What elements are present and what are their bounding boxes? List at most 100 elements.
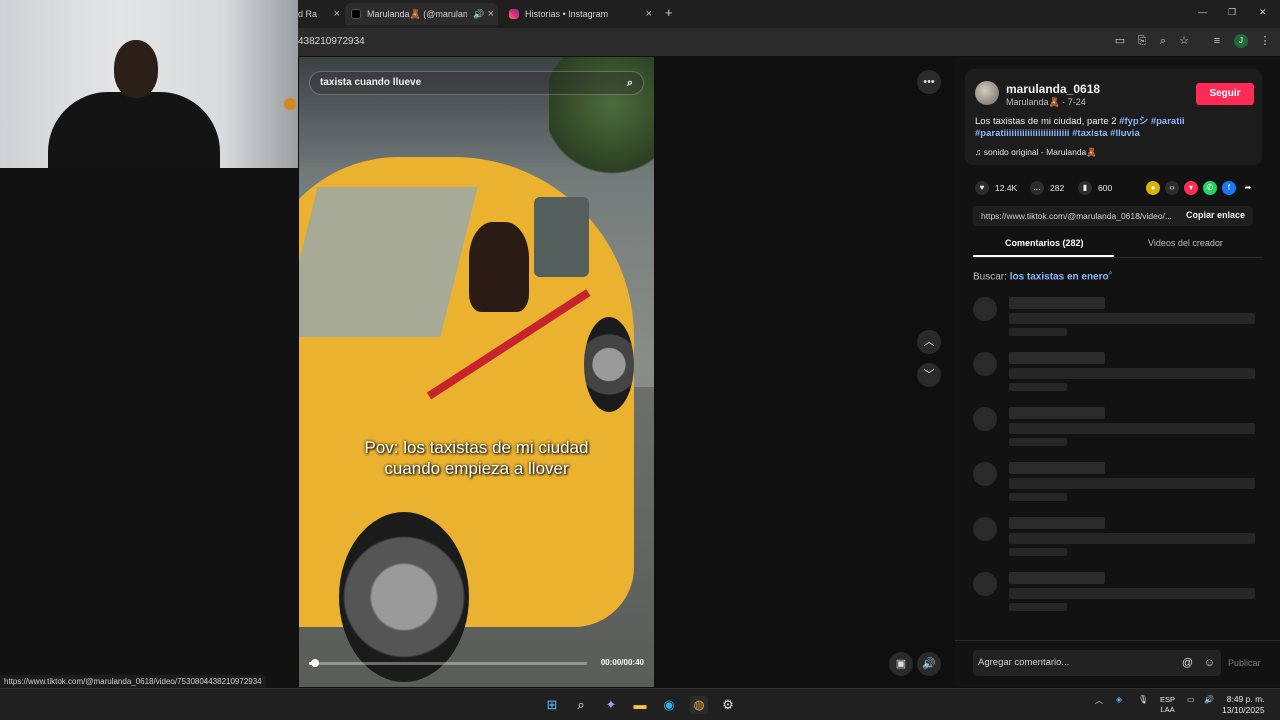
url-text[interactable]: 438210972934 xyxy=(298,36,365,47)
copy-link-button[interactable]: Copiar enlace xyxy=(1186,210,1245,220)
avatar[interactable] xyxy=(975,81,999,105)
mention-icon[interactable]: @ xyxy=(1182,650,1193,676)
video-link-box: https://www.tiktok.com/@marulanda_0618/v… xyxy=(973,206,1253,226)
video-player[interactable]: taxista cuando llueve ⌕ Pov: los taxista… xyxy=(299,57,654,687)
active-tab-indicator xyxy=(973,255,1114,257)
bookmark-icon[interactable]: ▮ xyxy=(1078,181,1092,195)
close-tab-icon[interactable]: × xyxy=(334,8,340,20)
security-icon[interactable]: ◈ xyxy=(1116,695,1122,704)
author-subline: Marulanda🧸 · 7-24 xyxy=(1006,97,1086,107)
media-control-icon[interactable]: ≡ xyxy=(1210,34,1224,48)
video-search-chip[interactable]: taxista cuando llueve ⌕ xyxy=(309,71,644,95)
zoom-icon[interactable]: ⌕ xyxy=(1156,34,1170,48)
description-box: marulanda_0618 Marulanda🧸 · 7-24 Seguir … xyxy=(965,69,1262,165)
rear-wheel xyxy=(584,317,634,412)
whatsapp-icon[interactable]: ✆ xyxy=(1203,181,1217,195)
tab-label: Marulanda🧸 (@marulanda xyxy=(367,8,467,19)
comment-icon[interactable]: … xyxy=(1030,181,1044,195)
speaker-icon[interactable]: 🔊 xyxy=(1204,695,1214,704)
windows-start-icon[interactable]: ⊞ xyxy=(543,696,561,714)
language-layout: LAA xyxy=(1160,705,1175,714)
copilot-icon[interactable]: ✦ xyxy=(602,696,620,714)
save-count: 600 xyxy=(1098,183,1113,193)
progress-knob[interactable] xyxy=(310,659,319,667)
webcam-overlay xyxy=(0,0,298,168)
microphone-icon[interactable]: 🎙 xyxy=(1138,695,1148,704)
video-link[interactable]: https://www.tiktok.com/@marulanda_0618/v… xyxy=(981,211,1181,221)
comment-stat[interactable]: … 282 xyxy=(1030,181,1064,195)
video-progress-bar[interactable] xyxy=(309,659,587,667)
tab-comments[interactable]: Comentarios (282) xyxy=(1005,238,1084,248)
more-options-button[interactable]: ••• xyxy=(917,70,941,94)
more-menu-icon[interactable]: ⋮ xyxy=(1258,34,1272,48)
tiktok-icon xyxy=(351,9,361,19)
emoji-icon[interactable]: ☺ xyxy=(1204,650,1215,676)
author-username[interactable]: marulanda_0618 xyxy=(1006,82,1100,96)
comment-count: 282 xyxy=(1050,183,1065,193)
embed-icon[interactable]: ‹› xyxy=(1165,181,1179,195)
instagram-icon xyxy=(509,9,519,19)
cast-icon[interactable]: ▭ xyxy=(1113,34,1127,48)
page-left-area xyxy=(0,168,298,690)
tab-label: d Ra xyxy=(298,9,318,19)
save-stat[interactable]: ▮ 600 xyxy=(1078,181,1112,195)
publish-button[interactable]: Publicar xyxy=(1228,658,1261,668)
coin-icon[interactable]: ● xyxy=(1146,181,1160,195)
orange-dot-icon xyxy=(284,98,296,110)
video-description: Los taxistas de mi ciudad, parte 2 #fypシ… xyxy=(975,116,1215,140)
app-icon[interactable]: ⚙ xyxy=(719,696,737,714)
restore-button[interactable]: ❐ xyxy=(1228,7,1236,18)
like-stat[interactable]: ♥ 12.4K xyxy=(975,181,1017,195)
tab-instagram[interactable]: Historias • Instagram × xyxy=(503,3,656,25)
close-window-button[interactable]: ✕ xyxy=(1259,7,1267,18)
clock-time: 8:49 p. m. xyxy=(1226,694,1265,704)
comment-input[interactable]: Agregar comentario... @ ☺ xyxy=(973,650,1221,676)
comment-placeholder: Agregar comentario... xyxy=(978,657,1070,668)
tray-overflow-icon[interactable]: ︿ xyxy=(1095,695,1103,706)
audio-icon[interactable]: 🔊 xyxy=(473,9,484,20)
volume-icon[interactable]: 🔊 xyxy=(917,652,941,676)
send-icon[interactable]: ▾ xyxy=(1184,181,1198,195)
heart-icon[interactable]: ♥ xyxy=(975,181,989,195)
chrome-icon[interactable]: ◍ xyxy=(690,696,708,714)
comment-skeleton xyxy=(973,297,1263,342)
profile-avatar-icon[interactable]: J xyxy=(1234,34,1248,48)
network-icon[interactable]: ▭ xyxy=(1187,695,1195,704)
search-query-link[interactable]: los taxistas en enero xyxy=(1010,271,1109,282)
minimize-button[interactable]: — xyxy=(1198,7,1207,17)
description-text: Los taxistas de mi ciudad, parte 2 xyxy=(975,116,1120,127)
comment-skeleton xyxy=(973,517,1263,562)
video-detail-panel: marulanda_0618 Marulanda🧸 · 7-24 Seguir … xyxy=(955,57,1280,687)
close-tab-icon[interactable]: × xyxy=(646,8,652,20)
search-chip-label: taxista cuando llueve xyxy=(320,77,422,88)
video-caption: Pov: los taxistas de mi ciudad cuando em… xyxy=(364,438,589,478)
comment-search-suggestion[interactable]: Buscar: los taxistas en enero⌕ xyxy=(973,270,1113,282)
comment-skeleton xyxy=(973,572,1263,617)
person-body xyxy=(48,92,220,168)
file-explorer-icon[interactable]: ▬ xyxy=(631,696,649,714)
search-icon[interactable]: ⌕ xyxy=(572,696,590,714)
search-icon[interactable]: ⌕ xyxy=(627,72,633,94)
tab-creator-videos[interactable]: Videos del creador xyxy=(1148,238,1223,248)
facebook-icon[interactable]: f xyxy=(1222,181,1236,195)
person-head xyxy=(114,40,158,98)
windows-taskbar: ⊞ ⌕ ✦ ▬ ◉ ◍ ⚙ ︿ ◈ 🎙 ESP LAA ▭ 🔊 8:49 p. … xyxy=(0,688,1280,720)
floating-player-icon[interactable]: ▣ xyxy=(889,652,913,676)
edge-icon[interactable]: ◉ xyxy=(660,696,678,714)
comment-bar: Agregar comentario... @ ☺ Publicar xyxy=(955,640,1280,687)
search-icon: ⌕ xyxy=(1108,270,1113,277)
next-video-button[interactable]: ﹀ xyxy=(917,363,941,387)
share-arrow-icon[interactable]: ➦ xyxy=(1241,181,1255,195)
follow-button[interactable]: Seguir xyxy=(1196,83,1254,105)
tab-partial[interactable]: d Ra × xyxy=(298,3,342,25)
search-prefix: Buscar: xyxy=(973,271,1010,283)
translate-icon[interactable]: ⎘ xyxy=(1135,34,1149,48)
sound-link[interactable]: ♫ sonido original - Marulanda🧸 xyxy=(975,147,1097,158)
close-tab-icon[interactable]: × xyxy=(488,8,494,20)
system-clock[interactable]: 8:49 p. m. 13/10/2025 xyxy=(1222,694,1265,716)
new-tab-button[interactable]: + xyxy=(665,5,673,20)
tab-tiktok[interactable]: Marulanda🧸 (@marulanda 🔊 × xyxy=(345,3,498,25)
bookmark-star-icon[interactable]: ☆ xyxy=(1177,34,1191,48)
input-language[interactable]: ESP LAA xyxy=(1160,695,1175,715)
previous-video-button[interactable]: ︿ xyxy=(917,330,941,354)
